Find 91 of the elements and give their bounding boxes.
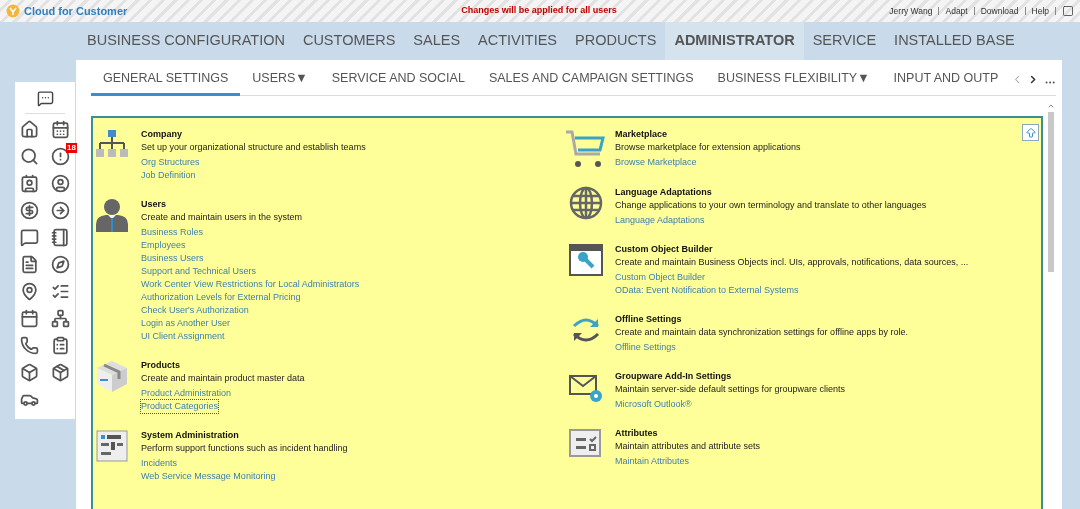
section-title: Custom Object Builder	[615, 243, 714, 256]
section-title: Marketplace	[615, 128, 669, 141]
section-description: Perform support functions such as incident handling	[141, 442, 348, 455]
settings-link[interactable]: Authorization Levels for External Pricing	[141, 291, 301, 304]
settings-link[interactable]: Work Center View Restrictions for Local Administrators	[141, 278, 360, 291]
nav-tab[interactable]: SALES	[404, 22, 470, 60]
window-icon[interactable]	[1062, 5, 1074, 17]
dollar-icon[interactable]	[20, 201, 39, 220]
nav-tab[interactable]: SERVICE	[803, 22, 886, 60]
settings-link[interactable]: Language Adaptations	[615, 214, 705, 227]
window-wrench-icon	[569, 243, 603, 277]
globe-icon	[569, 186, 603, 220]
section-title: Attributes	[615, 427, 659, 440]
section-description: Create and maintain data synchronization settings for offline apps by role.	[615, 326, 908, 339]
section-title: Offline Settings	[615, 313, 683, 326]
shopping-cart-icon	[565, 128, 607, 170]
form-icon	[95, 429, 129, 463]
settings-link[interactable]: OData: Event Notification to External Systems	[615, 284, 799, 297]
package-icon[interactable]	[51, 363, 70, 382]
nav-tab[interactable]: BUSINESS CONFIGURATION	[78, 22, 294, 60]
compass-icon[interactable]	[51, 255, 70, 274]
settings-link[interactable]: Job Definition	[141, 169, 196, 182]
nav-tab[interactable]: ADMINISTRATOR	[665, 22, 804, 60]
header-link[interactable]: Help	[1031, 4, 1049, 18]
phone-icon[interactable]	[20, 336, 39, 355]
settings-link[interactable]: Business Users	[141, 252, 204, 265]
section-description: Create and maintain Business Objects incl. UIs, approvals, notifications, data sources, ...	[615, 256, 969, 269]
nav-tab[interactable]: INSTALLED BASE	[885, 22, 1024, 60]
user-circle-icon[interactable]	[51, 174, 70, 193]
sub-tab[interactable]: SERVICE AND SOCIAL	[319, 63, 477, 96]
cube-icon[interactable]	[20, 363, 39, 382]
scrollbar-thumb[interactable]	[1048, 112, 1054, 272]
sub-tab[interactable]: USERS▼	[240, 63, 320, 96]
map-pin-icon[interactable]	[20, 282, 39, 301]
calendar-icon[interactable]	[51, 120, 70, 139]
notification-badge: 18	[66, 143, 77, 153]
settings-link[interactable]: UI Client Assignment	[141, 330, 225, 343]
section-title: System Administration	[141, 429, 240, 442]
clipboard-icon[interactable]	[51, 336, 70, 355]
contact-list-icon[interactable]	[20, 174, 39, 193]
settings-link[interactable]: Custom Object Builder	[615, 271, 706, 284]
section-title: Users	[141, 198, 168, 211]
section-description: Set up your organizational structure and establish teams	[141, 141, 366, 154]
settings-link[interactable]: Incidents	[141, 457, 178, 470]
section-description: Maintain attributes and attribute sets	[615, 440, 761, 453]
nav-tab[interactable]: PRODUCTS	[566, 22, 666, 60]
sub-tab[interactable]: BUSINESS FLEXIBILITY▼	[705, 63, 882, 96]
list-icon[interactable]	[51, 282, 70, 301]
user-icon	[95, 198, 129, 232]
hierarchy-icon[interactable]	[51, 309, 70, 328]
section-description: Browse marketplace for extension applications	[615, 141, 801, 154]
settings-link[interactable]: Business Roles	[141, 226, 204, 239]
scroll-up-icon[interactable]	[1047, 102, 1055, 110]
settings-link[interactable]: Support and Technical Users	[141, 265, 256, 278]
settings-link[interactable]: Employees	[141, 239, 186, 252]
settings-link[interactable]: Microsoft Outlook®	[615, 398, 692, 411]
section-title: Language Adaptations	[615, 186, 713, 199]
settings-link[interactable]: Org Structures	[141, 156, 200, 169]
chat-icon[interactable]	[36, 90, 54, 107]
sub-tab[interactable]: SALES AND CAMPAIGN SETTINGS	[476, 63, 706, 96]
section-description: Create and maintain product master data	[141, 372, 305, 385]
scroll-top-button[interactable]	[1022, 124, 1039, 141]
settings-link[interactable]: Product Administration	[141, 387, 232, 400]
section-title: Groupware Add-In Settings	[615, 370, 733, 383]
nav-tab[interactable]: ACTIVITIES	[469, 22, 567, 60]
settings-link[interactable]: Offline Settings	[615, 341, 676, 354]
section-description: Maintain server-side default settings for groupware clients	[615, 383, 846, 396]
section-description: Create and maintain users in the system	[141, 211, 304, 224]
sub-tab[interactable]: GENERAL SETTINGS	[91, 63, 241, 96]
nav-tab[interactable]: CUSTOMERS	[293, 22, 405, 60]
settings-link[interactable]: Check User's Authorization	[141, 304, 249, 317]
notebook-icon[interactable]	[51, 228, 70, 247]
app-name: Cloud for Customer	[24, 3, 128, 19]
logo-icon	[6, 4, 20, 18]
header-link[interactable]: Adapt	[945, 4, 968, 18]
settings-link[interactable]: Browse Marketplace	[615, 156, 697, 169]
settings-link[interactable]: Product Categories	[141, 400, 219, 413]
settings-link[interactable]: Login as Another User	[141, 317, 231, 330]
home-icon[interactable]	[20, 120, 39, 139]
section-title: Products	[141, 359, 181, 372]
settings-link[interactable]: Maintain Attributes	[615, 455, 690, 468]
box-icon	[95, 359, 129, 393]
header-link[interactable]: Jerry Wang	[889, 4, 933, 18]
sub-tab[interactable]: INPUT AND OUTP	[881, 63, 1011, 96]
notice-text: Changes will be applied for all users	[460, 4, 618, 18]
section-description: Change applications to your own terminology and translate to other languages	[615, 199, 927, 212]
section-title: Company	[141, 128, 183, 141]
search-icon[interactable]	[20, 147, 39, 166]
header-link[interactable]: Download	[980, 4, 1019, 18]
settings-link[interactable]: Web Service Message Monitoring	[141, 470, 276, 483]
calendar-icon[interactable]	[20, 309, 39, 328]
